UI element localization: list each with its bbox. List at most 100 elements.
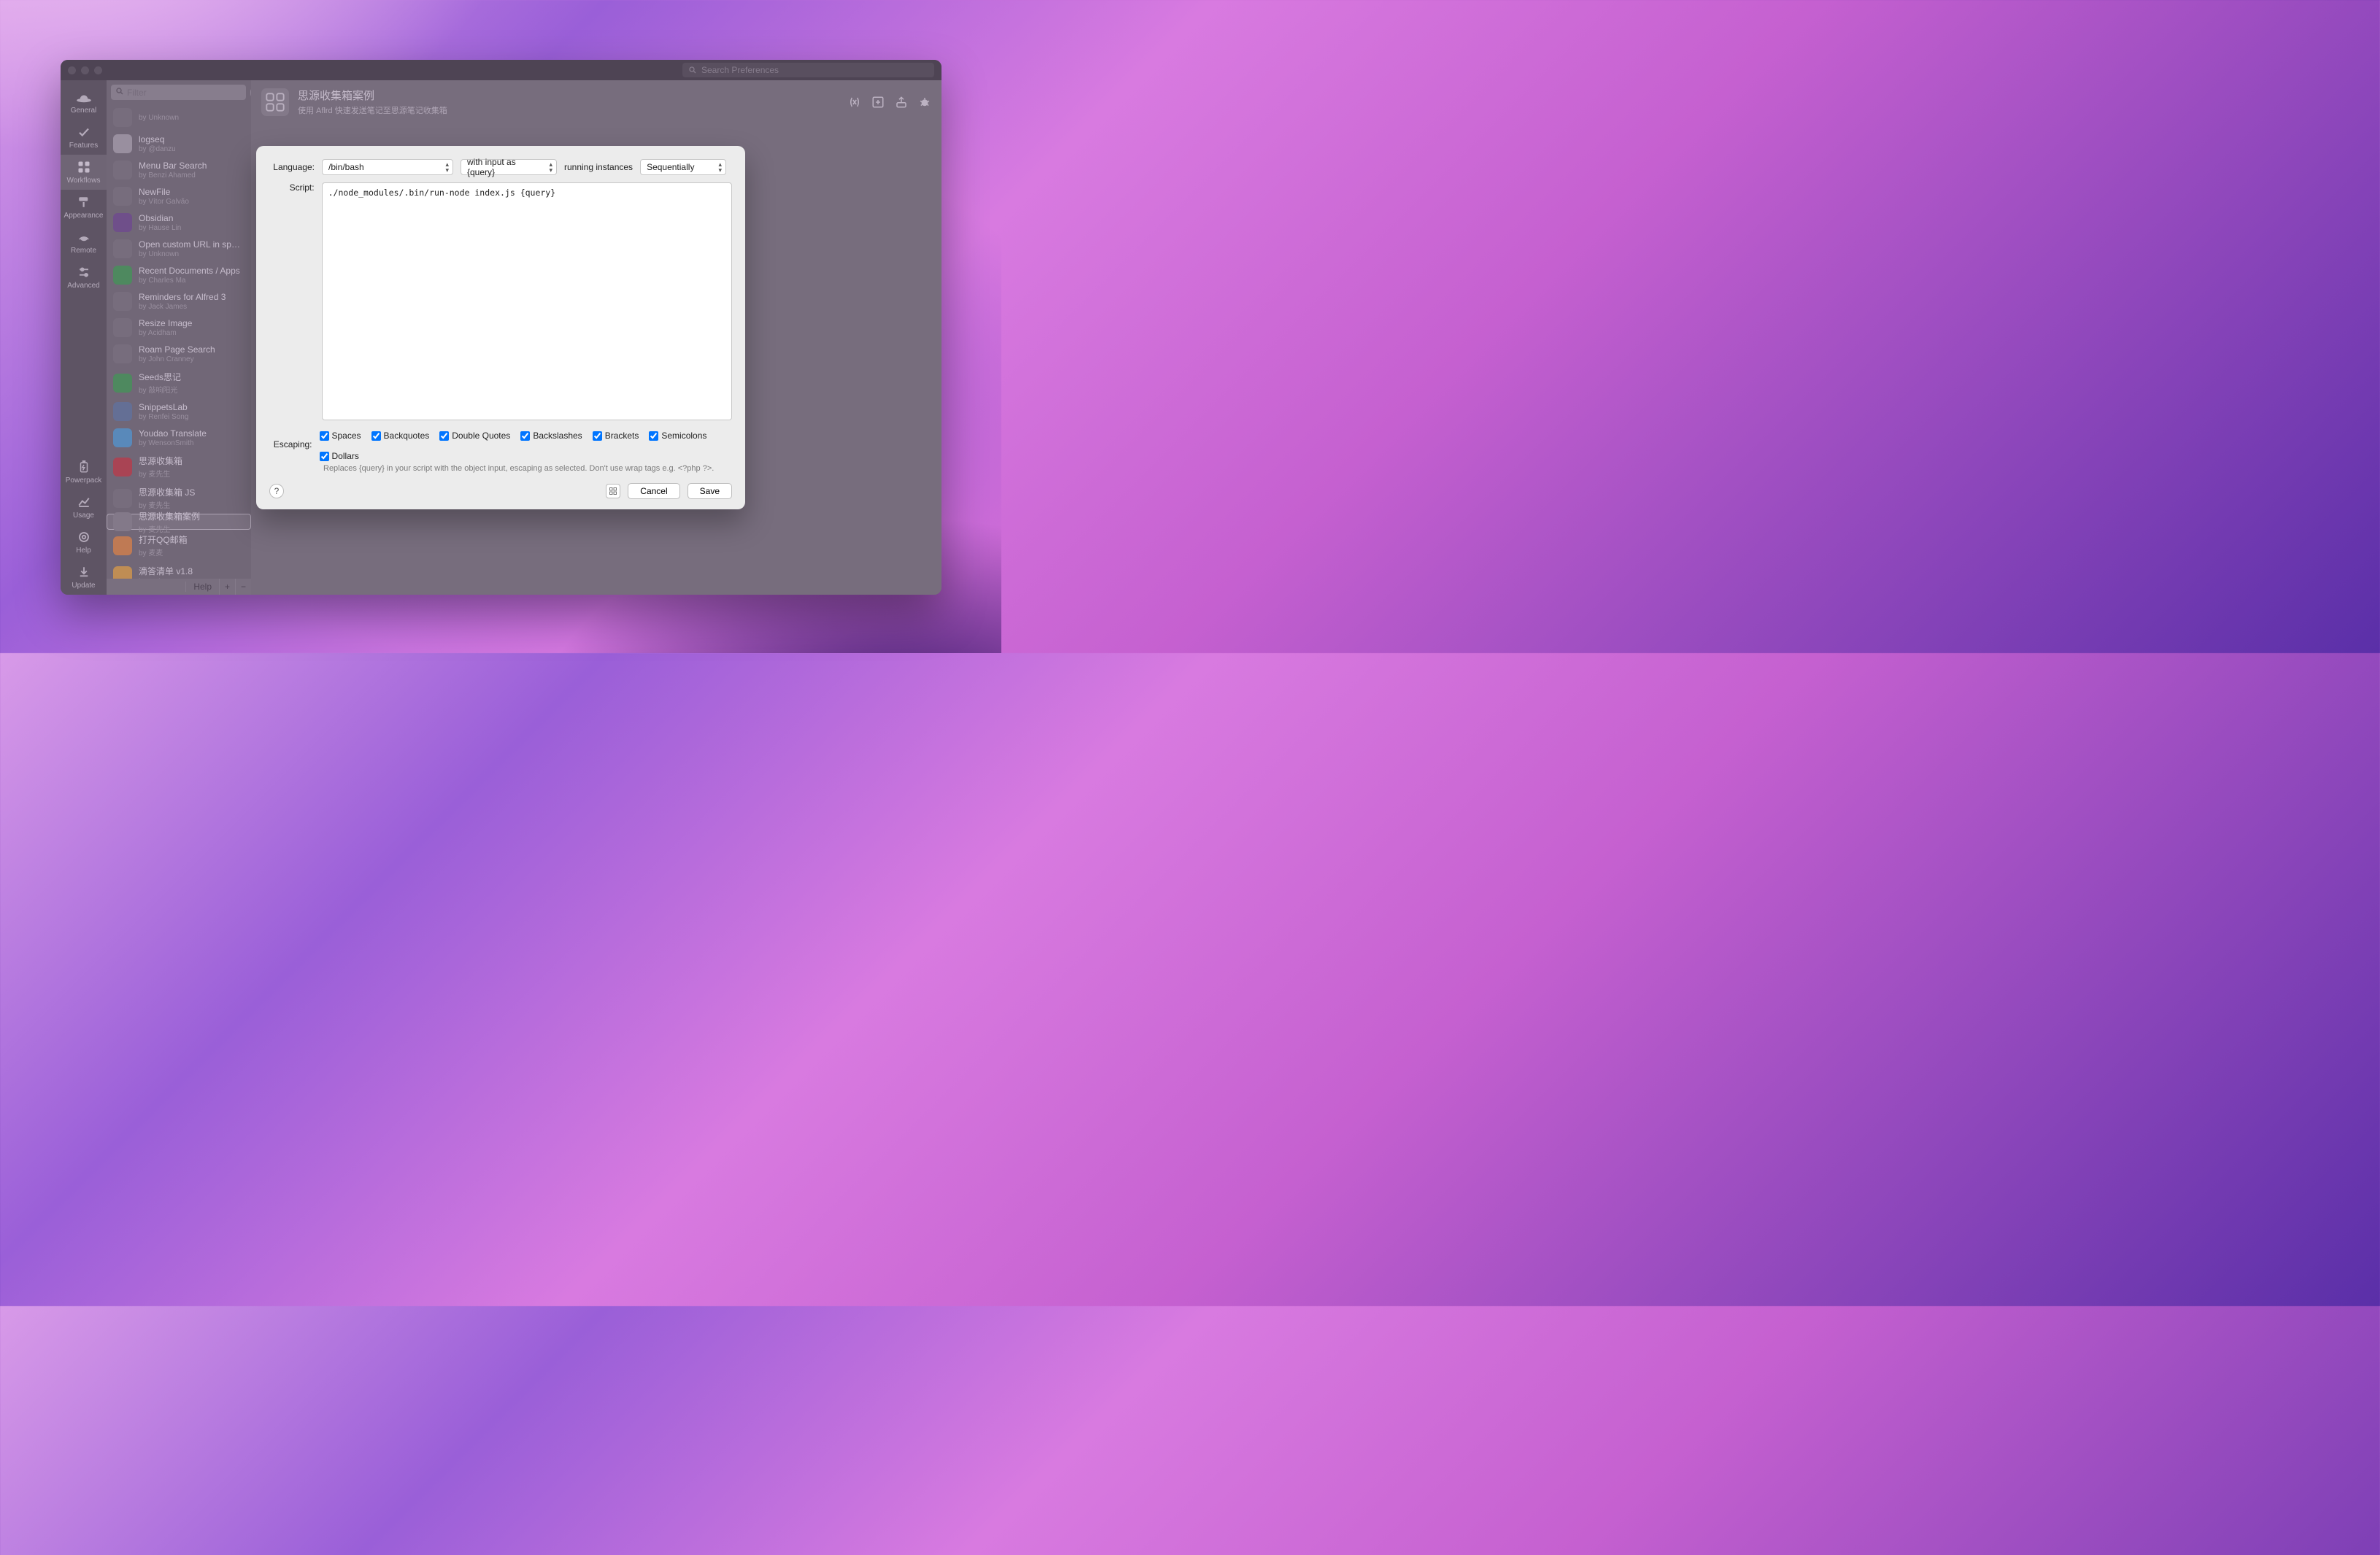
titlebar: Search Preferences [61,60,941,80]
cancel-button[interactable]: Cancel [628,483,679,499]
workflow-item-title: Resize Image [139,318,192,328]
workflow-item-icon [113,402,132,421]
nav-help[interactable]: Help [61,525,107,560]
checkbox-label: Brackets [605,431,639,441]
escaping-checkbox[interactable]: Spaces [320,431,361,441]
open-editor-button[interactable] [606,484,620,498]
add-workflow-button[interactable]: + [219,579,235,595]
search-icon [688,66,697,74]
workflow-list-item[interactable]: by Unknown [107,104,251,131]
hat-icon [76,90,92,104]
remove-workflow-button[interactable]: − [235,579,251,595]
workflow-list-item[interactable]: Open custom URL in specifi… by Unknown [107,236,251,262]
remote-icon [76,230,92,244]
workflow-list-item[interactable]: Roam Page Search by John Cranney [107,341,251,367]
workflow-list-item[interactable]: logseq by @danzu [107,131,251,157]
filter-input[interactable] [111,85,246,100]
workflow-list-item[interactable]: Recent Documents / Apps by Charles Ma [107,262,251,288]
concurrency-select[interactable]: Sequentially ▴▾ [640,159,726,175]
workflow-item-title: Youdao Translate [139,428,207,439]
escaping-checkbox[interactable]: Backslashes [520,431,582,441]
save-button[interactable]: Save [688,483,732,499]
running-instances-label: running instances [564,162,633,172]
workflow-list-item[interactable]: 思源收集箱 by 麦先生 [107,451,251,482]
chevron-updown-icon: ▴▾ [719,161,723,173]
variables-button[interactable] [848,96,861,109]
traffic-max[interactable] [94,66,102,74]
workflow-item-author: by Unknown [139,114,179,122]
chevron-updown-icon: ▴▾ [445,161,449,173]
workflow-list-item[interactable]: 滴答清单 v1.8 by Jedy Wu [107,561,251,579]
workflow-item-title: 滴答清单 v1.8 [139,565,193,577]
run-script-sheet: Language: /bin/bash ▴▾ with input as {qu… [256,146,745,509]
workflow-list-item[interactable]: Seeds思记 by 敲响阳光 [107,367,251,398]
nav-workflows[interactable]: Workflows [61,155,107,190]
workflow-item-author: by 麦先生 [139,499,195,510]
workflow-item-title: SnippetsLab [139,402,188,412]
sheet-help-button[interactable]: ? [269,484,284,498]
workflow-item-title: Menu Bar Search [139,161,207,171]
workflow-item-icon [113,213,132,232]
nav-usage[interactable]: Usage [61,490,107,525]
workflow-item-icon [113,489,132,508]
checkbox-input[interactable] [320,452,329,461]
debug-button[interactable] [918,96,931,109]
workflow-item-title: Reminders for Alfred 3 [139,292,226,302]
checkbox-input[interactable] [593,431,602,441]
workflow-item-title: Open custom URL in specifi… [139,239,244,250]
workflow-list-item[interactable]: Resize Image by Acidham [107,315,251,341]
export-button[interactable] [895,96,908,109]
workflow-subtitle: 使用 Aflrd 快速发送笔记至思源笔记收集箱 [298,104,447,116]
workflow-list-item[interactable]: Reminders for Alfred 3 by Jack James [107,288,251,315]
escaping-checkbox[interactable]: Brackets [593,431,639,441]
traffic-min[interactable] [81,66,89,74]
language-select[interactable]: /bin/bash ▴▾ [322,159,453,175]
workflow-list-item[interactable]: 思源收集箱案例 by 麦先生 [107,514,251,530]
nav-features[interactable]: Features [61,120,107,155]
workflow-list-item[interactable]: 打开QQ邮箱 by 麦麦 [107,530,251,561]
chart-icon [76,495,92,509]
workflow-item-author: by Renfei Song [139,413,188,421]
workflow-list-item[interactable]: SnippetsLab by Renfei Song [107,398,251,425]
workflow-item-author: by Unknown [139,250,244,258]
search-preferences-input[interactable]: Search Preferences [682,63,934,77]
checkbox-label: Spaces [332,431,361,441]
list-help-button[interactable]: Help [185,582,219,592]
checkbox-input[interactable] [320,431,329,441]
nav-update[interactable]: Update [61,560,107,595]
workflow-title: 思源收集箱案例 [298,88,447,103]
nav-advanced[interactable]: Advanced [61,260,107,295]
escaping-checkbox[interactable]: Dollars [320,451,359,461]
list-footer: Help + − [107,579,251,595]
checkbox-input[interactable] [520,431,530,441]
script-textarea[interactable] [322,182,732,420]
download-icon [76,565,92,579]
checkbox-label: Semicolons [661,431,706,441]
workflow-item-author: by 敲响阳光 [139,384,181,395]
input-mode-select[interactable]: with input as {query} ▴▾ [461,159,557,175]
nav-appearance[interactable]: Appearance [61,190,107,225]
add-object-button[interactable] [871,96,885,109]
workflow-item-icon [113,239,132,258]
workflow-item-icon [113,512,132,531]
checkbox-input[interactable] [439,431,449,441]
workflow-list-item[interactable]: NewFile by Vítor Galvão [107,183,251,209]
checkbox-input[interactable] [649,431,658,441]
workflow-item-author: by Benzi Ahamed [139,171,207,180]
traffic-close[interactable] [68,66,76,74]
nav-remote[interactable]: Remote [61,225,107,260]
workflow-item-icon [113,566,132,579]
workflow-list-item[interactable]: Youdao Translate by WensonSmith [107,425,251,451]
escaping-checkbox[interactable]: Semicolons [649,431,706,441]
workflow-list-item[interactable]: Obsidian by Hause Lin [107,209,251,236]
escaping-checkbox[interactable]: Backquotes [371,431,430,441]
workflow-list-item[interactable]: Menu Bar Search by Benzi Ahamed [107,157,251,183]
escaping-checkbox[interactable]: Double Quotes [439,431,510,441]
preferences-window: Search Preferences General Features Work… [61,60,941,595]
roller-icon [76,195,92,209]
nav-powerpack[interactable]: Powerpack [61,455,107,490]
language-label: Language: [269,162,315,172]
checkbox-input[interactable] [371,431,381,441]
checkbox-label: Double Quotes [452,431,510,441]
nav-general[interactable]: General [61,85,107,120]
